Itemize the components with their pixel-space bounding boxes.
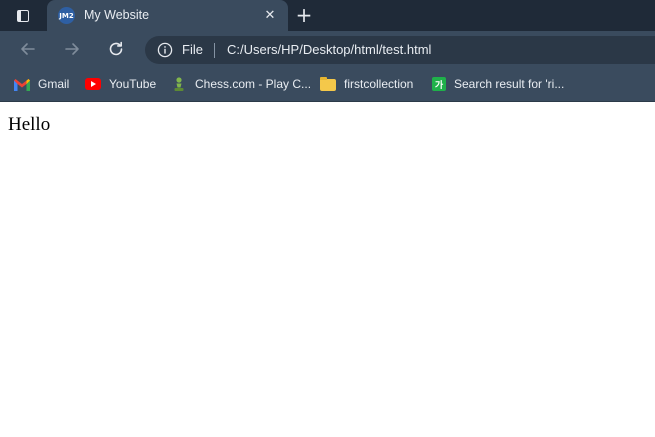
tab-strip: JM2 My Website ✕ + — [0, 0, 655, 31]
tab-actions-button[interactable] — [10, 4, 36, 28]
tab-title: My Website — [84, 8, 150, 22]
chess-pawn-icon — [174, 77, 184, 91]
bookmark-label: firstcollection — [344, 77, 414, 91]
bookmark-gmail[interactable]: Gmail — [14, 74, 69, 94]
bookmark-chess[interactable]: Chess.com - Play C... — [171, 74, 311, 94]
bookmark-firstcollection[interactable]: firstcollection — [320, 74, 413, 94]
folder-icon — [320, 77, 336, 91]
tab-my-website[interactable]: JM2 My Website ✕ — [47, 0, 288, 31]
page-heading: Hello — [8, 114, 51, 135]
reload-icon — [109, 41, 123, 56]
new-tab-button[interactable]: + — [292, 4, 316, 26]
bookmark-search-result[interactable]: 가 Search result for 'ri... — [432, 74, 564, 94]
info-icon[interactable] — [157, 42, 173, 58]
close-tab-button[interactable]: ✕ — [261, 6, 279, 24]
bookmark-youtube[interactable]: YouTube — [85, 74, 156, 94]
tab-actions-icon — [17, 10, 29, 22]
divider — [214, 43, 215, 58]
site-favicon-icon: JM2 — [58, 7, 75, 24]
toolbar: File C:/Users/HP/Desktop/html/test.html — [0, 31, 655, 68]
arrow-right-icon — [65, 43, 79, 55]
bookmark-label: Chess.com - Play C... — [195, 77, 312, 91]
bookmark-label: Gmail — [38, 77, 70, 91]
url-text[interactable]: C:/Users/HP/Desktop/html/test.html — [227, 42, 431, 57]
bookmarks-bar: Gmail YouTube Chess.com - Play C... firs… — [0, 68, 655, 102]
reload-button[interactable] — [103, 36, 129, 62]
site-info-chip[interactable]: File — [182, 42, 203, 57]
back-button[interactable] — [15, 36, 41, 62]
page-content: Hello — [0, 102, 655, 437]
gmail-icon — [14, 79, 30, 91]
bookmark-label: YouTube — [109, 77, 157, 91]
bookmark-label: Search result for 'ri... — [454, 77, 565, 91]
naver-dictionary-icon: 가 — [432, 77, 446, 91]
arrow-left-icon — [21, 43, 35, 55]
forward-button[interactable] — [59, 36, 85, 62]
youtube-icon — [85, 78, 101, 90]
address-bar[interactable]: File C:/Users/HP/Desktop/html/test.html — [145, 36, 655, 64]
